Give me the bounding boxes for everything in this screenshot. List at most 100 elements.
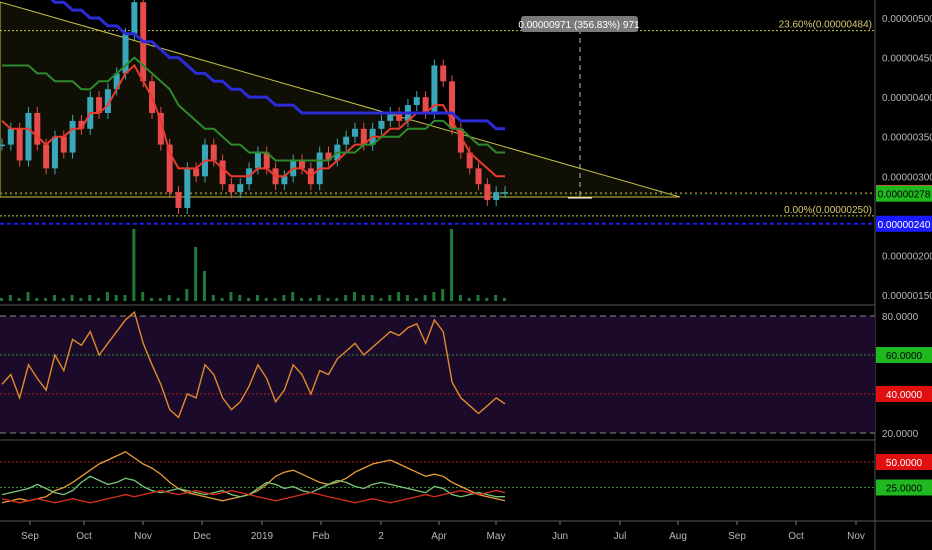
candle <box>16 128 23 161</box>
candle <box>60 136 67 153</box>
volume-bar <box>158 298 162 301</box>
price-tag: 0.00000278 <box>878 190 931 201</box>
volume-layer <box>0 229 506 301</box>
volume-bar <box>229 292 233 301</box>
volume-bar <box>167 295 171 301</box>
volume-bar <box>326 298 330 301</box>
volume-bar <box>370 295 374 301</box>
price-axis-tick: 0.00000450 <box>882 54 932 65</box>
volume-bar <box>185 289 189 301</box>
volume-bar <box>132 229 136 301</box>
price-tag: 0.00000240 <box>878 220 931 231</box>
volume-bar <box>494 295 498 301</box>
trading-chart[interactable]: 23.60%(0.00000484) 0.00%(0.00000250) 0.00… <box>0 0 932 550</box>
tag-layer: 0.000002790.000002780.0000024060.000040.… <box>876 184 932 496</box>
rsi-tag: 60.0000 <box>886 351 923 362</box>
time-axis-tick: Oct <box>788 531 804 542</box>
candle <box>0 144 5 147</box>
volume-bar <box>458 295 462 301</box>
volume-bar <box>17 298 21 301</box>
candle <box>43 144 50 169</box>
volume-bar <box>0 298 3 301</box>
candle <box>210 144 217 161</box>
volume-bar <box>467 298 471 301</box>
volume-bar <box>194 247 198 301</box>
fib-label: 23.60%(0.00000484) <box>779 20 872 31</box>
volume-bar <box>317 295 321 301</box>
volume-bar <box>97 298 101 301</box>
measure-tooltip: 0.00000971 (356.83%) 971 <box>518 20 640 31</box>
time-axis-tick: Sep <box>728 531 746 542</box>
candle <box>7 128 14 145</box>
candle <box>69 120 76 153</box>
volume-bar <box>273 298 277 301</box>
candle <box>351 128 358 137</box>
candle <box>175 192 182 208</box>
volume-bar <box>414 298 418 301</box>
volume-bar <box>361 295 365 301</box>
time-axis-tick: May <box>487 531 506 542</box>
volume-bar <box>344 295 348 301</box>
volume-bar <box>88 295 92 301</box>
time-axis-tick: Dec <box>193 531 211 542</box>
time-axis-tick: Jul <box>614 531 627 542</box>
candle <box>51 136 58 169</box>
volume-bar <box>70 295 74 301</box>
volume-bar <box>150 298 154 301</box>
volume-bar <box>247 298 251 301</box>
time-axis-tick: Apr <box>431 531 447 542</box>
volume-bar <box>441 289 445 301</box>
volume-bar <box>79 298 83 301</box>
volume-bar <box>423 295 427 301</box>
time-axis-tick: Sep <box>21 531 39 542</box>
adx-tag: 25.0000 <box>886 484 923 495</box>
time-axis-tick: 2019 <box>251 531 274 542</box>
volume-bar <box>282 295 286 301</box>
time-axis-tick: Feb <box>312 531 330 542</box>
volume-bar <box>308 298 312 301</box>
volume-bar <box>405 295 409 301</box>
candle <box>413 97 420 106</box>
volume-bar <box>291 292 295 301</box>
candle <box>254 152 261 169</box>
adx-layer <box>0 451 875 504</box>
price-axis-tick: 0.00000150 <box>882 291 932 302</box>
candle <box>193 168 200 177</box>
price-axis-tick: 0.00000200 <box>882 251 932 262</box>
volume-bar <box>503 298 506 301</box>
rsi-band <box>0 316 875 433</box>
time-axis-tick: Jun <box>552 531 568 542</box>
candle <box>484 184 491 201</box>
volume-bar <box>26 292 30 301</box>
candle <box>299 160 306 169</box>
volume-bar <box>176 298 180 301</box>
time-axis-tick: Oct <box>76 531 92 542</box>
price-axis-tick: 0.00000350 <box>882 133 932 144</box>
candle <box>502 192 508 194</box>
volume-bar <box>450 229 454 301</box>
volume-bar <box>202 271 206 301</box>
volume-bar <box>264 298 268 301</box>
price-axis-tick: 0.00000500 <box>882 14 932 25</box>
volume-bar <box>352 292 356 301</box>
candle <box>440 65 447 82</box>
candle <box>378 120 385 129</box>
volume-bar <box>388 295 392 301</box>
volume-bar <box>105 292 109 301</box>
candle <box>228 184 235 193</box>
time-axis-tick: 2 <box>378 531 384 542</box>
time-axis-tick: Aug <box>669 531 687 542</box>
volume-bar <box>255 295 259 301</box>
volume-bar <box>44 298 48 301</box>
fib-label: 0.00%(0.00000250) <box>784 205 872 216</box>
candle <box>493 192 500 201</box>
candle <box>131 2 138 34</box>
rsi-tag: 40.0000 <box>886 390 923 401</box>
volume-bar <box>335 298 339 301</box>
candle <box>25 112 32 161</box>
rsi-axis-tick: 80.0000 <box>882 312 919 323</box>
volume-bar <box>379 298 383 301</box>
candle <box>184 168 191 208</box>
volume-bar <box>397 292 401 301</box>
volume-bar <box>35 298 39 301</box>
